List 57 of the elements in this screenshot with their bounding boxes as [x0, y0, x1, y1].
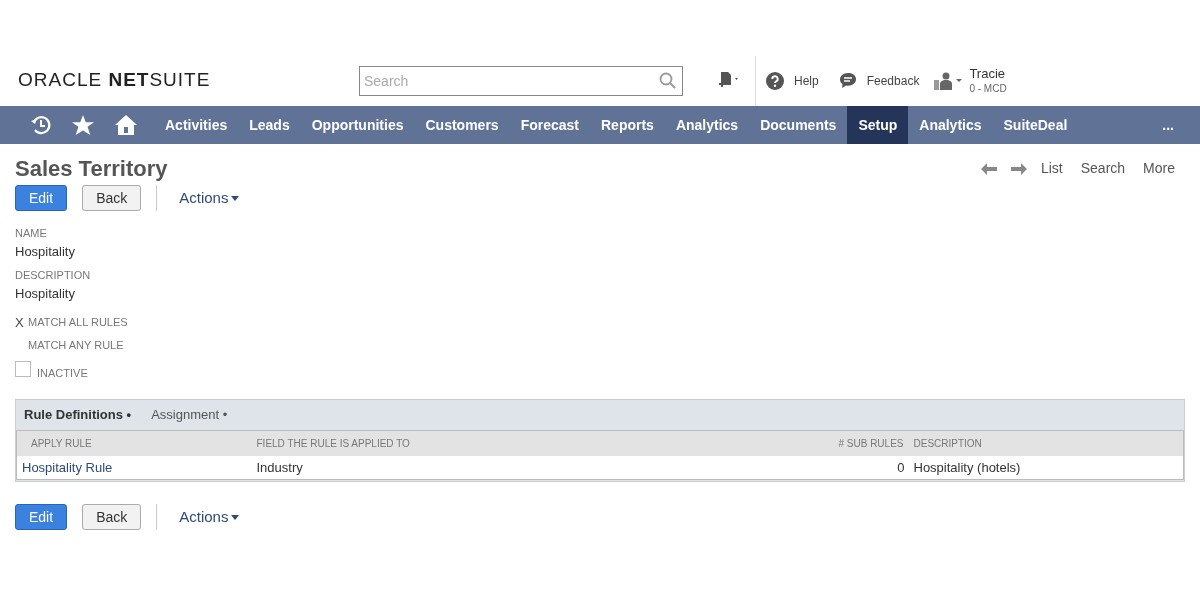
nav-tab[interactable]: Analytics	[908, 106, 993, 144]
help-icon[interactable]	[766, 71, 784, 90]
back-button[interactable]: Back	[82, 504, 142, 530]
actions-menu[interactable]: Actions	[179, 505, 240, 529]
home-icon[interactable]	[114, 114, 138, 136]
nav-tab[interactable]: Documents	[749, 106, 848, 144]
more-menu[interactable]: ...	[1162, 114, 1174, 136]
star-icon[interactable]	[72, 114, 94, 136]
column-header: DESCRIPTION	[913, 437, 982, 449]
caret-icon	[231, 195, 240, 201]
subtab[interactable]: Assignment •	[151, 405, 228, 425]
inactive-label: INACTIVE	[37, 365, 88, 381]
table-cell: Industry	[256, 459, 303, 475]
brand-logo: ORACLE NETSUITE	[18, 68, 211, 93]
subtab[interactable]: Rule Definitions •	[24, 405, 132, 425]
table-cell: Hospitality (hotels)	[913, 459, 1021, 475]
actions-menu[interactable]: Actions	[179, 186, 240, 210]
page-title: Sales Territory	[15, 155, 168, 183]
page-link[interactable]: List	[1040, 158, 1063, 179]
column-header: FIELD THE RULE IS APPLIED TO	[256, 437, 410, 449]
forward-arrow-icon[interactable]	[1010, 162, 1027, 175]
user-role: 0 - MCD	[969, 81, 1008, 96]
edit-button[interactable]: Edit	[15, 504, 68, 530]
nav-tab[interactable]: Forecast	[509, 106, 590, 144]
caret-icon	[231, 514, 240, 520]
user-name: Tracie	[969, 65, 1007, 81]
edit-button[interactable]: Edit	[15, 185, 68, 211]
nav-tab[interactable]: Customers	[414, 106, 510, 144]
chat-bubble-icon[interactable]	[838, 72, 857, 89]
help-link[interactable]: Help	[794, 71, 819, 90]
search-icon	[659, 71, 677, 90]
nav-tab[interactable]: Reports	[590, 106, 665, 144]
field-value: Hospitality	[15, 284, 75, 303]
column-header: # SUB RULES	[838, 437, 904, 449]
nav-tab[interactable]: Analytics	[664, 106, 750, 144]
page-link[interactable]: Search	[1080, 158, 1126, 179]
back-arrow-icon[interactable]	[980, 162, 997, 175]
table-cell: 0	[897, 459, 905, 475]
search-field[interactable]: Search	[359, 65, 683, 96]
field-value: Hospitality	[15, 242, 75, 261]
nav-tab[interactable]: SuiteDeal	[992, 106, 1079, 144]
recent-history-icon[interactable]	[30, 114, 52, 136]
feedback-link[interactable]: Feedback	[866, 71, 920, 90]
back-button[interactable]: Back	[82, 185, 142, 211]
user-roles-icon[interactable]	[933, 71, 964, 90]
field-label: DESCRIPTION	[15, 268, 91, 283]
nav-tab[interactable]: Leads	[238, 106, 301, 144]
nav-tab[interactable]: Activities	[154, 106, 239, 144]
option-label: MATCH ALL RULES	[28, 315, 128, 331]
field-label: NAME	[15, 226, 47, 241]
rule-link[interactable]: Hospitality Rule	[22, 459, 113, 475]
nav-tab[interactable]: Setup	[847, 106, 909, 144]
selected-mark: X	[15, 313, 25, 332]
column-header: APPLY RULE	[31, 437, 92, 449]
option-label: MATCH ANY RULE	[28, 338, 124, 354]
page-link[interactable]: More	[1143, 158, 1175, 179]
nav-tab[interactable]: Opportunities	[300, 106, 415, 144]
